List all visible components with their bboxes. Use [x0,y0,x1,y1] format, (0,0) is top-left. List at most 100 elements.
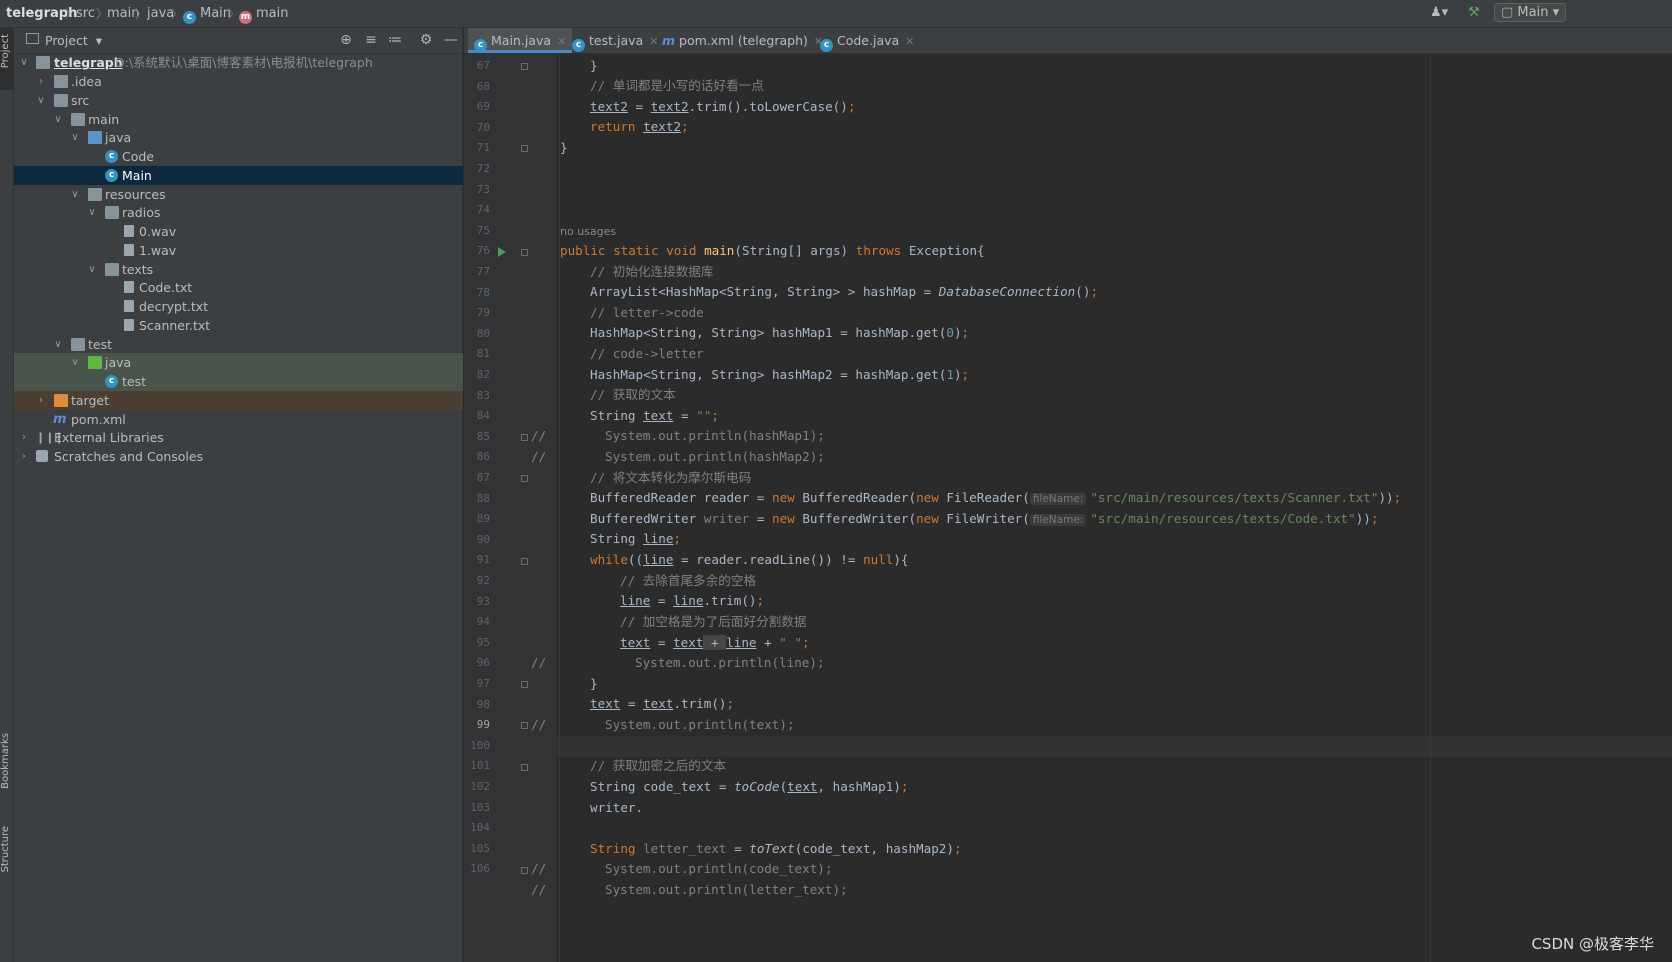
code-comment: // 初始化连接数据库 [590,264,714,279]
tree-item-test-class[interactable]: c test [14,372,463,391]
structure-stripe-button[interactable]: Structure [0,826,13,888]
code-comment: System.out.println(line); [635,655,825,670]
code-token: )) [1355,511,1371,526]
right-margin-guide [1430,54,1431,962]
project-view-select[interactable]: Project ▾ [45,33,102,48]
tree-item-idea[interactable]: › .idea [14,72,463,91]
tree-item-label: decrypt.txt [139,299,209,314]
hide-panel-icon[interactable]: — [443,32,459,48]
tab-test-java[interactable]: c test.java ✕ [566,28,664,53]
close-icon[interactable]: ✕ [905,35,914,48]
code-token: text [787,779,818,794]
tree-item-main-class[interactable]: c Main [14,166,463,185]
code-token: ; [1090,284,1099,299]
run-config-label: Main [1517,5,1549,20]
comment-marker: // [531,861,547,876]
line-number: 106 [470,862,490,876]
fold-marker-icon[interactable] [521,434,528,441]
code-token: String [590,531,644,546]
user-account-icon[interactable]: ♟▾ [1430,5,1448,20]
usage-hint[interactable]: no usages [560,221,616,242]
fold-marker-icon[interactable] [521,145,528,152]
code-line-69: text2 = text2.trim().toLowerCase(); [590,97,855,118]
code-line-96: } [590,674,598,695]
run-configuration-select[interactable]: ▢ Main ▾ [1494,3,1567,22]
code-comment: // 将文本转化为摩尔斯电码 [590,470,752,485]
fold-marker-icon[interactable] [521,249,528,256]
tree-item-test[interactable]: ∨ test [14,335,463,354]
code-line-77: ArrayList<HashMap<String, String> > hash… [590,282,1098,303]
tree-item-wav0[interactable]: 0.wav [14,222,463,241]
module-folder-icon [36,56,50,69]
tab-label: Code.java [837,33,900,48]
tree-item-texts[interactable]: ∨ texts [14,260,463,279]
fold-marker-icon[interactable] [521,558,528,565]
breadcrumb-class-main[interactable]: c Main [183,6,231,24]
code-comment: // 获取加密之后的文本 [590,758,727,773]
collapse-all-icon[interactable]: ≔ [387,32,403,48]
tab-pom-xml[interactable]: m pom.xml (telegraph) ✕ [656,28,829,53]
fold-marker-icon[interactable] [521,764,528,771]
code-token: ; [756,593,765,608]
code-keyword: new [771,490,803,505]
code-token: ; [900,779,909,794]
tree-item-target[interactable]: › target [14,391,463,410]
fold-marker-icon[interactable] [521,475,528,482]
tree-item-pom[interactable]: m pom.xml [14,410,463,429]
fold-marker-icon[interactable] [521,63,528,70]
tree-item-main[interactable]: ∨ main [14,110,463,129]
tree-item-resources[interactable]: ∨ resources [14,185,463,204]
breadcrumb-src[interactable]: src [76,6,95,21]
code-line-102: writer. [590,798,643,819]
code-token: } [590,676,598,691]
tree-item-telegraph[interactable]: ∨ telegraph D:\系统默认\桌面\博客素材\电报机\telegrap… [14,53,463,72]
breadcrumb-method-label: main [256,6,289,21]
code-token: ArrayList<HashMap<String, String> > hash… [590,284,939,299]
tree-item-label: Code [122,149,155,164]
tool-window-stripe: Project Bookmarks Structure [0,28,14,962]
tree-item-code[interactable]: c Code [14,147,463,166]
tab-main-java[interactable]: c Main.java ✕ [468,28,573,53]
tree-item-scratches[interactable]: › Scratches and Consoles [14,447,463,466]
tree-item-label: Code.txt [139,280,193,295]
folder-icon [54,75,68,88]
fold-marker-icon[interactable] [521,867,528,874]
tree-item-scanner-txt[interactable]: Scanner.txt [14,316,463,335]
tree-item-radios[interactable]: ∨ radios [14,203,463,222]
code-number: 0 [946,325,954,340]
breadcrumb-method-main[interactable]: m main [239,6,288,24]
bookmarks-stripe-button[interactable]: Bookmarks [0,733,13,813]
code-token: ) [953,325,962,340]
comment-marker: // [531,655,547,670]
tree-item-external-libraries[interactable]: › ❙❙❙ External Libraries [14,428,463,447]
code-token: text [643,696,674,711]
tab-code-java[interactable]: c Code.java ✕ [814,28,920,53]
code-token: = [620,696,644,711]
tree-item-src[interactable]: ∨ src [14,91,463,110]
project-stripe-button[interactable]: Project [0,28,13,90]
tree-item-test-java[interactable]: ∨ java [14,353,463,372]
expand-all-icon[interactable]: ≡ [363,32,379,48]
chevron-down-icon: ∨ [88,207,96,218]
audio-file-icon [124,244,134,256]
tree-item-decrypt-txt[interactable]: decrypt.txt [14,297,463,316]
code-token: (String[] args) [734,243,856,258]
build-hammer-icon[interactable]: ⚒ [1468,5,1480,20]
code-line-82: // 获取的文本 [590,385,676,406]
line-number: 101 [470,759,490,773]
run-config-icon: ▢ [1501,5,1518,20]
tree-item-code-txt[interactable]: Code.txt [14,278,463,297]
fold-marker-icon[interactable] [521,722,528,729]
gear-icon[interactable]: ⚙ [418,32,434,48]
tree-item-java[interactable]: ∨ java [14,128,463,147]
tree-item-wav1[interactable]: 1.wav [14,241,463,260]
folder-icon [54,94,68,107]
run-gutter-icon[interactable] [498,247,506,257]
locate-file-icon[interactable]: ⊕ [338,32,354,48]
project-panel-header: Project ▾ ⊕ ≡ ≔ ⚙ — [14,28,463,54]
fold-marker-icon[interactable] [521,681,528,688]
close-icon[interactable]: ✕ [557,35,566,48]
code-comment: System.out.println(hashMap2); [605,449,825,464]
code-token: BufferedReader( [802,490,917,505]
code-token: , hashMap1) [817,779,901,794]
